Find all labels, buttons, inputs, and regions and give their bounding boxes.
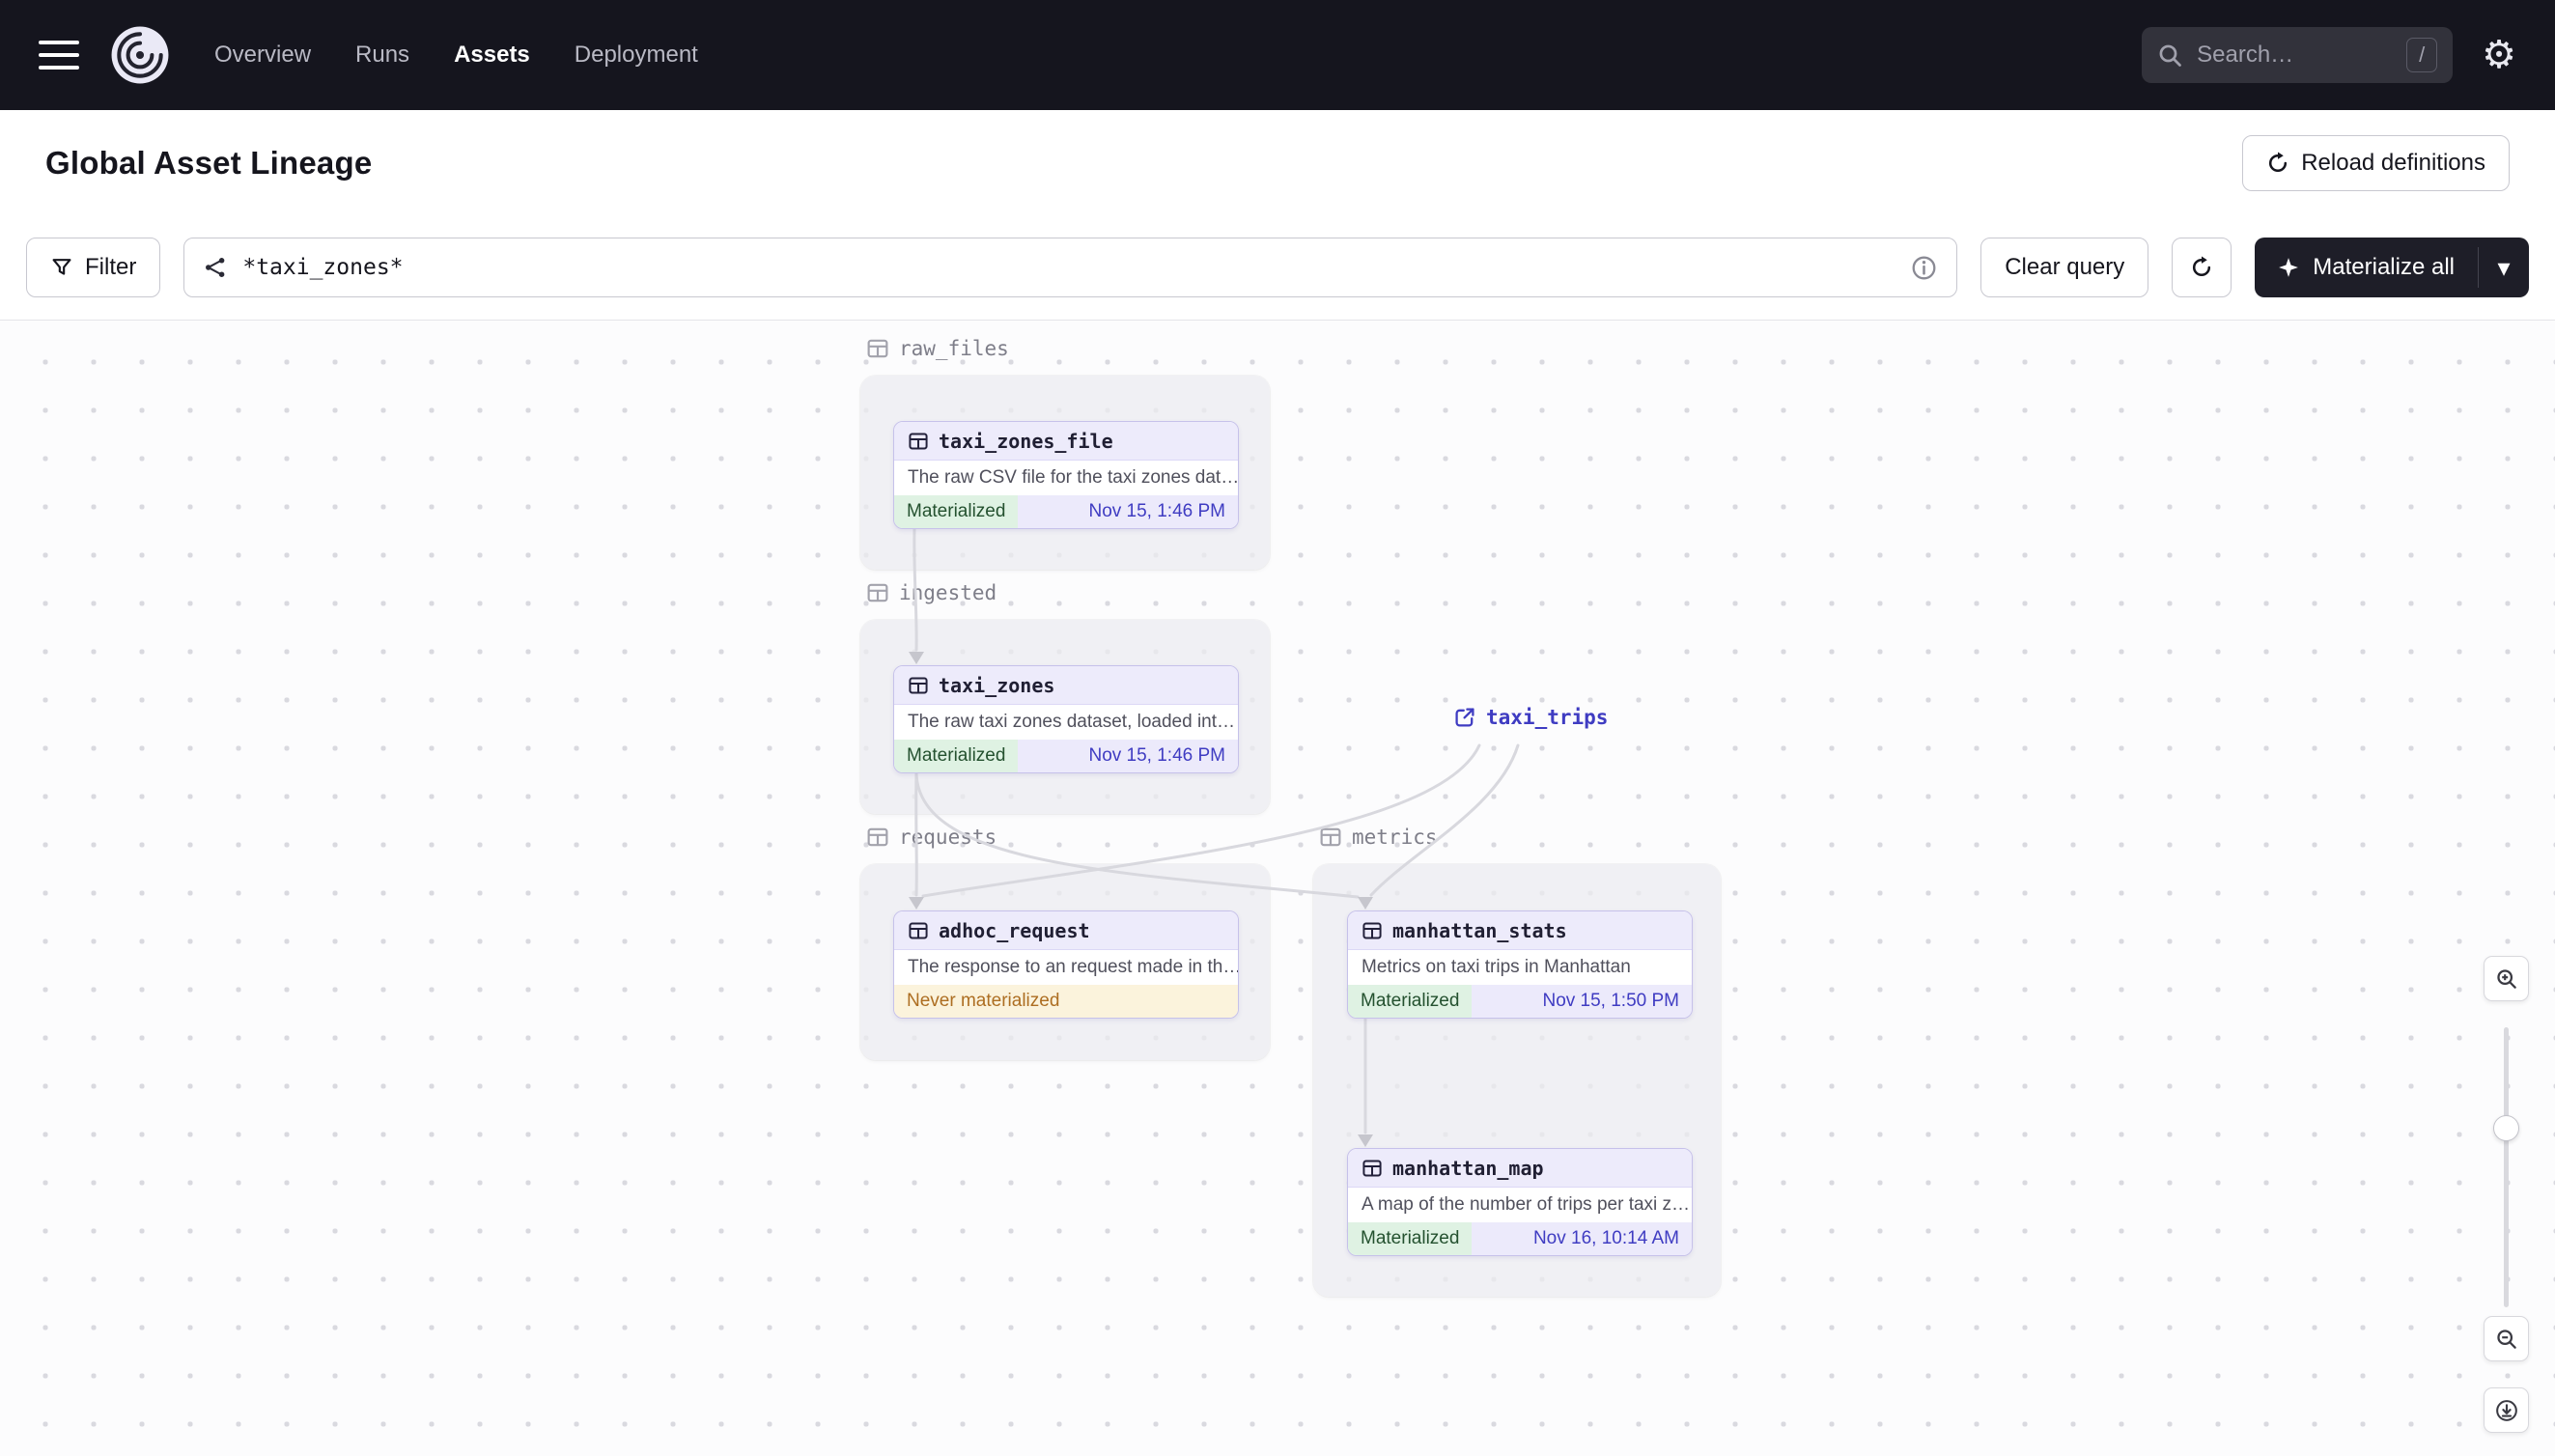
materialization-timestamp: Nov 15, 1:46 PM — [1018, 495, 1238, 528]
asset-name: manhattan_stats — [1392, 918, 1567, 942]
table-icon — [1362, 920, 1383, 941]
asset-name: manhattan_map — [1392, 1156, 1544, 1180]
group-icon — [1319, 826, 1342, 849]
page-title: Global Asset Lineage — [45, 144, 373, 181]
nav-item-deployment[interactable]: Deployment — [575, 42, 698, 69]
table-icon — [908, 920, 929, 941]
materialization-timestamp: Nov 16, 10:14 AM — [1472, 1222, 1692, 1255]
group-icon — [866, 337, 889, 360]
reload-definitions-button[interactable]: Reload definitions — [2242, 134, 2510, 191]
group-icon — [866, 581, 889, 604]
group-name: requests — [899, 826, 997, 849]
clear-query-label: Clear query — [2005, 254, 2125, 280]
info-icon[interactable] — [1911, 255, 1937, 281]
main-nav: Overview Runs Assets Deployment — [214, 42, 698, 69]
group-name: metrics — [1352, 826, 1438, 849]
asset-node-taxi-zones[interactable]: taxi_zones The raw taxi zones dataset, l… — [893, 665, 1239, 773]
group-label-metrics[interactable]: metrics — [1319, 826, 1438, 849]
materialization-status: Materialized — [894, 495, 1019, 528]
materialize-all-split-button: Materialize all ▾ — [2255, 238, 2529, 297]
materialization-status: Materialized — [1348, 1222, 1473, 1255]
external-asset-name: taxi_trips — [1486, 706, 1609, 729]
asset-name: adhoc_request — [939, 918, 1090, 942]
search-icon — [2157, 42, 2183, 69]
materialize-caret-button[interactable]: ▾ — [2479, 238, 2529, 297]
materialize-sparkle-icon — [2278, 257, 2299, 278]
zoom-slider-thumb[interactable] — [2493, 1115, 2519, 1141]
nav-item-assets[interactable]: Assets — [454, 42, 530, 69]
lineage-edges — [909, 527, 1520, 1147]
table-icon — [1362, 1158, 1383, 1179]
dagster-logo[interactable] — [110, 25, 170, 85]
lineage-graph-icon — [204, 256, 227, 279]
zoom-out-button[interactable] — [2484, 1316, 2529, 1361]
asset-node-manhattan-map[interactable]: manhattan_map A map of the number of tri… — [1347, 1148, 1693, 1256]
table-icon — [908, 675, 929, 696]
nav-item-runs[interactable]: Runs — [355, 42, 409, 69]
zoom-in-button[interactable] — [2484, 956, 2529, 1001]
group-label-raw-files[interactable]: raw_files — [866, 337, 1009, 360]
refresh-graph-button[interactable] — [2172, 238, 2232, 297]
filter-button[interactable]: Filter — [26, 238, 161, 297]
reload-definitions-label: Reload definitions — [2301, 149, 2485, 176]
lineage-toolbar: Filter *taxi_zones* Clear query Material… — [0, 215, 2555, 320]
group-label-ingested[interactable]: ingested — [866, 581, 997, 604]
group-label-requests[interactable]: requests — [866, 826, 997, 849]
clear-query-button[interactable]: Clear query — [1980, 238, 2149, 297]
filter-funnel-icon — [50, 256, 73, 279]
asset-description: Metrics on taxi trips in Manhattan — [1362, 957, 1631, 977]
asset-selection-value: *taxi_zones* — [242, 255, 404, 280]
asset-selection-input[interactable]: *taxi_zones* — [183, 238, 1958, 297]
search-placeholder: Search… — [2197, 42, 2294, 68]
zoom-in-icon — [2495, 967, 2518, 991]
asset-description: The response to an request made in th… — [908, 957, 1238, 977]
search-shortcut-badge: / — [2406, 38, 2438, 72]
external-link-icon — [1453, 706, 1476, 729]
asset-description: The raw CSV file for the taxi zones dat… — [908, 467, 1238, 488]
materialization-status: Materialized — [894, 740, 1019, 772]
zoom-out-icon — [2495, 1328, 2518, 1351]
asset-name: taxi_zones_file — [939, 429, 1113, 453]
materialize-all-button[interactable]: Materialize all — [2255, 238, 2478, 297]
group-name: ingested — [899, 581, 997, 604]
lineage-canvas[interactable]: raw_files ingested requests metrics taxi… — [0, 320, 2555, 1456]
materialization-status: Materialized — [1348, 985, 1473, 1018]
download-view-button[interactable] — [2484, 1387, 2529, 1433]
materialization-timestamp: Nov 15, 1:46 PM — [1018, 740, 1238, 772]
materialization-status: Never materialized — [894, 985, 1238, 1018]
materialization-timestamp: Nov 15, 1:50 PM — [1472, 985, 1692, 1018]
filter-label: Filter — [85, 254, 137, 280]
settings-gear-icon[interactable]: ⚙ — [2482, 36, 2516, 74]
asset-node-taxi-zones-file[interactable]: taxi_zones_file The raw CSV file for the… — [893, 421, 1239, 529]
table-icon — [908, 431, 929, 452]
top-navbar: Overview Runs Assets Deployment Search… … — [0, 0, 2555, 110]
menu-icon[interactable] — [39, 41, 79, 70]
refresh-icon — [2190, 256, 2213, 279]
group-name: raw_files — [899, 337, 1009, 360]
asset-node-adhoc-request[interactable]: adhoc_request The response to an request… — [893, 910, 1239, 1019]
download-icon — [2495, 1399, 2518, 1422]
external-asset-taxi-trips[interactable]: taxi_trips — [1453, 706, 1608, 729]
search-input[interactable]: Search… / — [2142, 27, 2454, 83]
asset-description: A map of the number of trips per taxi z… — [1362, 1194, 1691, 1215]
materialize-all-label: Materialize all — [2313, 254, 2455, 280]
asset-description: The raw taxi zones dataset, loaded int… — [908, 712, 1236, 732]
caret-down-icon: ▾ — [2497, 252, 2511, 282]
page-header: Global Asset Lineage Reload definitions — [0, 110, 2555, 215]
group-icon — [866, 826, 889, 849]
asset-name: taxi_zones — [939, 673, 1055, 697]
asset-node-manhattan-stats[interactable]: manhattan_stats Metrics on taxi trips in… — [1347, 910, 1693, 1019]
nav-item-overview[interactable]: Overview — [214, 42, 311, 69]
zoom-slider-track[interactable] — [2504, 1027, 2509, 1307]
refresh-icon — [2266, 152, 2289, 175]
